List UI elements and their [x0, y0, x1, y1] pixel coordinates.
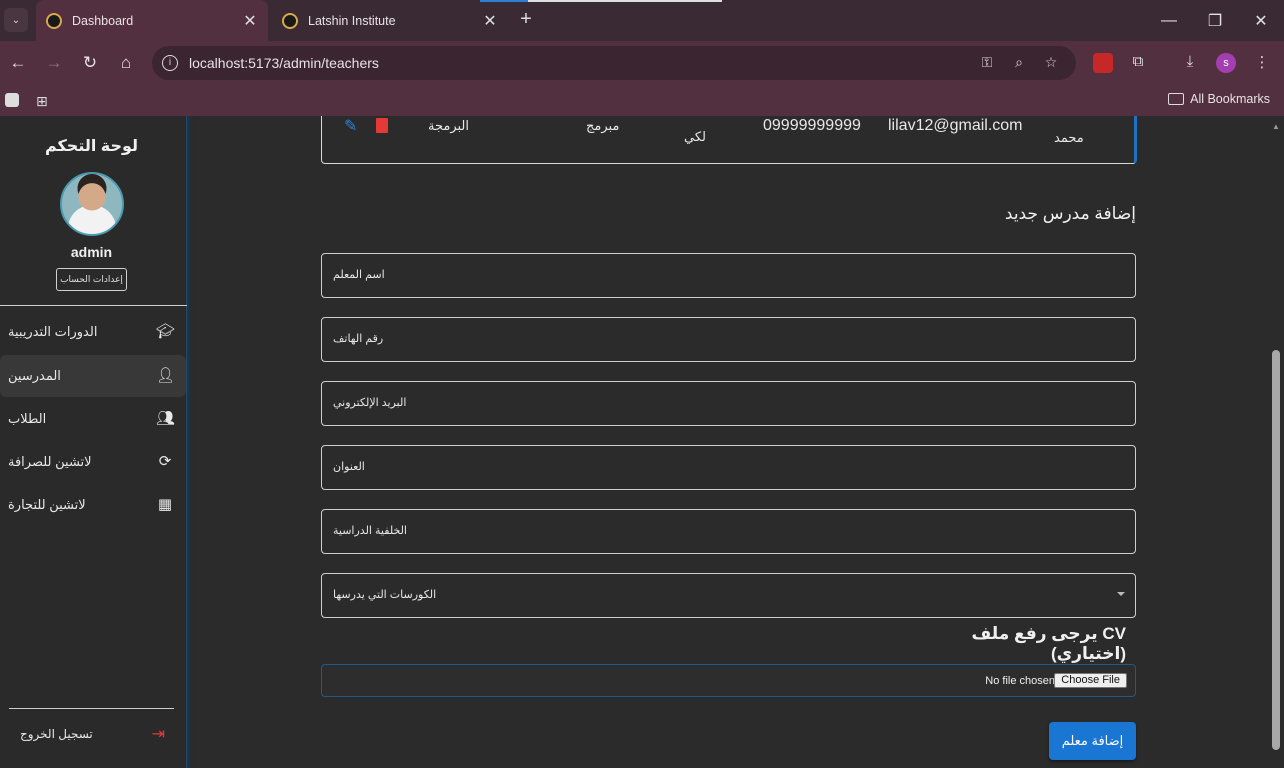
- choose-file-button[interactable]: Choose File: [1054, 673, 1127, 688]
- sidebar-item-teachers[interactable]: المدرسين 👤︎: [0, 355, 186, 397]
- sidebar-title: لوحة التحكم: [44, 138, 139, 155]
- logout-label: تسجيل الخروج: [20, 727, 93, 741]
- field-placeholder: اسم المعلم: [333, 269, 385, 281]
- bookmarks-bar: ⊞ All Bookmarks: [0, 85, 1284, 116]
- page-content: لوحة التحكم admin إعدادات الحساب الدورات…: [0, 116, 1284, 768]
- site-favicon-icon: [46, 12, 62, 29]
- browser-tab-bar: ⌄ Dashboard ✕ Latshin Institute ✕ + — ❐ …: [0, 0, 1284, 41]
- all-bookmarks-button[interactable]: All Bookmarks: [1168, 92, 1270, 106]
- profile-avatar[interactable]: s: [1216, 53, 1236, 73]
- scroll-up-icon[interactable]: ▲: [1272, 122, 1280, 131]
- table-cell-phone: 09999999999: [763, 117, 861, 134]
- table-cell-name: محمد: [1054, 130, 1084, 145]
- edit-icon[interactable]: ✎: [344, 116, 357, 136]
- site-favicon-icon: [282, 12, 298, 29]
- file-status: No file chosen: [985, 675, 1055, 687]
- close-tab-icon[interactable]: ✕: [478, 11, 502, 31]
- app-icon[interactable]: [5, 93, 19, 107]
- table-cell-email: lilav12@gmail.com: [888, 117, 1023, 134]
- scrollbar-thumb[interactable]: [1272, 350, 1280, 750]
- table-cell-courses: البرمجة: [428, 118, 469, 133]
- account-settings-button[interactable]: إعدادات الحساب: [56, 268, 127, 291]
- logout-icon: ⇥: [151, 726, 165, 743]
- field-placeholder: الخلفية الدراسية: [333, 525, 407, 537]
- zoom-icon[interactable]: ⌕: [1010, 54, 1028, 72]
- back-button[interactable]: ←: [6, 51, 30, 75]
- address-field[interactable]: العنوان: [321, 445, 1136, 490]
- url-text: localhost:5173/admin/teachers: [189, 55, 379, 71]
- all-bookmarks-label: All Bookmarks: [1190, 92, 1270, 106]
- bookmark-star-icon[interactable]: ☆: [1042, 54, 1060, 72]
- apps-grid-icon[interactable]: ⊞: [36, 93, 48, 110]
- currency-exchange-icon: ⟳: [158, 453, 172, 470]
- new-tab-button[interactable]: +: [514, 8, 538, 32]
- tab-title: Dashboard: [72, 13, 134, 28]
- site-info-icon[interactable]: i: [162, 55, 178, 71]
- field-placeholder: العنوان: [333, 461, 365, 473]
- field-placeholder: الكورسات التي يدرسها: [333, 589, 437, 601]
- dropdown-arrow-icon: [1117, 592, 1125, 596]
- close-window-button[interactable]: ✕: [1238, 0, 1284, 41]
- sidebar-item-label: لاتشين للصرافة: [8, 454, 92, 469]
- folder-icon: [1168, 93, 1185, 105]
- email-field[interactable]: البريد الإلكتروني: [321, 381, 1136, 426]
- courses-select[interactable]: الكورسات التي يدرسها: [321, 573, 1136, 618]
- sidebar-item-trade[interactable]: لاتشين للتجارة ▦: [0, 484, 186, 526]
- cv-file-input[interactable]: No file chosen Choose File: [321, 664, 1136, 697]
- reload-button[interactable]: ↻: [78, 51, 102, 75]
- divider: [9, 708, 174, 709]
- sidebar-item-exchange[interactable]: لاتشين للصرافة ⟳: [0, 441, 186, 483]
- avatar: [60, 172, 124, 236]
- sidebar-item-label: المدرسين: [8, 368, 61, 383]
- tab-latshin-institute[interactable]: Latshin Institute ✕: [272, 0, 508, 41]
- person-icon: 👤︎: [156, 367, 176, 384]
- sidebar-item-label: الدورات التدريبية: [8, 324, 98, 339]
- logout-button[interactable]: تسجيل الخروج ⇥: [20, 724, 165, 744]
- tab-loading-progress: [480, 0, 528, 2]
- tab-dashboard[interactable]: Dashboard ✕: [36, 0, 268, 41]
- cv-upload-label: يرجى رفع ملف CV (اختياري): [971, 624, 1126, 663]
- downloads-icon[interactable]: ⤓: [1180, 53, 1200, 73]
- tab-search-button[interactable]: ⌄: [4, 8, 28, 32]
- phone-field[interactable]: رقم الهاتف: [321, 317, 1136, 362]
- form-title: إضافة مدرس جديد: [1004, 204, 1136, 223]
- divider: [0, 305, 187, 306]
- table-cell-address: لكي: [684, 129, 706, 144]
- sidebar: لوحة التحكم admin إعدادات الحساب الدورات…: [0, 116, 187, 768]
- extension-icon[interactable]: [1093, 53, 1113, 73]
- field-placeholder: البريد الإلكتروني: [333, 397, 407, 409]
- table-cell-background: مبرمج: [586, 118, 620, 133]
- extensions-puzzle-icon[interactable]: ⧉: [1128, 53, 1148, 73]
- forward-button[interactable]: →: [42, 51, 66, 75]
- close-tab-icon[interactable]: ✕: [238, 11, 262, 31]
- restore-button[interactable]: ❐: [1192, 0, 1238, 41]
- building-icon: ▦: [157, 496, 173, 513]
- teacher-name-field[interactable]: اسم المعلم: [321, 253, 1136, 298]
- delete-icon[interactable]: [376, 118, 388, 133]
- address-bar[interactable]: i localhost:5173/admin/teachers ⚿ ⌕ ☆: [152, 46, 1076, 80]
- browser-toolbar: ← → ↻ ⌂ i localhost:5173/admin/teachers …: [0, 41, 1284, 85]
- school-icon: 🎓︎: [156, 323, 176, 340]
- sidebar-item-students[interactable]: الطلاب 👥︎: [0, 398, 186, 440]
- password-key-icon[interactable]: ⚿: [978, 54, 996, 72]
- minimize-button[interactable]: —: [1146, 0, 1192, 41]
- username: admin: [70, 244, 113, 260]
- sidebar-item-courses[interactable]: الدورات التدريبية 🎓︎: [0, 311, 186, 353]
- more-menu-icon[interactable]: ⋮: [1252, 53, 1272, 73]
- add-teacher-button[interactable]: إضافة معلم: [1049, 722, 1136, 760]
- tab-title: Latshin Institute: [308, 13, 396, 28]
- sidebar-item-label: الطلاب: [8, 411, 47, 426]
- home-button[interactable]: ⌂: [114, 51, 138, 75]
- field-placeholder: رقم الهاتف: [333, 333, 384, 345]
- sidebar-item-label: لاتشين للتجارة: [8, 497, 86, 512]
- people-icon: 👥︎: [156, 410, 176, 427]
- chevron-down-icon: ⌄: [11, 14, 21, 26]
- background-field[interactable]: الخلفية الدراسية: [321, 509, 1136, 554]
